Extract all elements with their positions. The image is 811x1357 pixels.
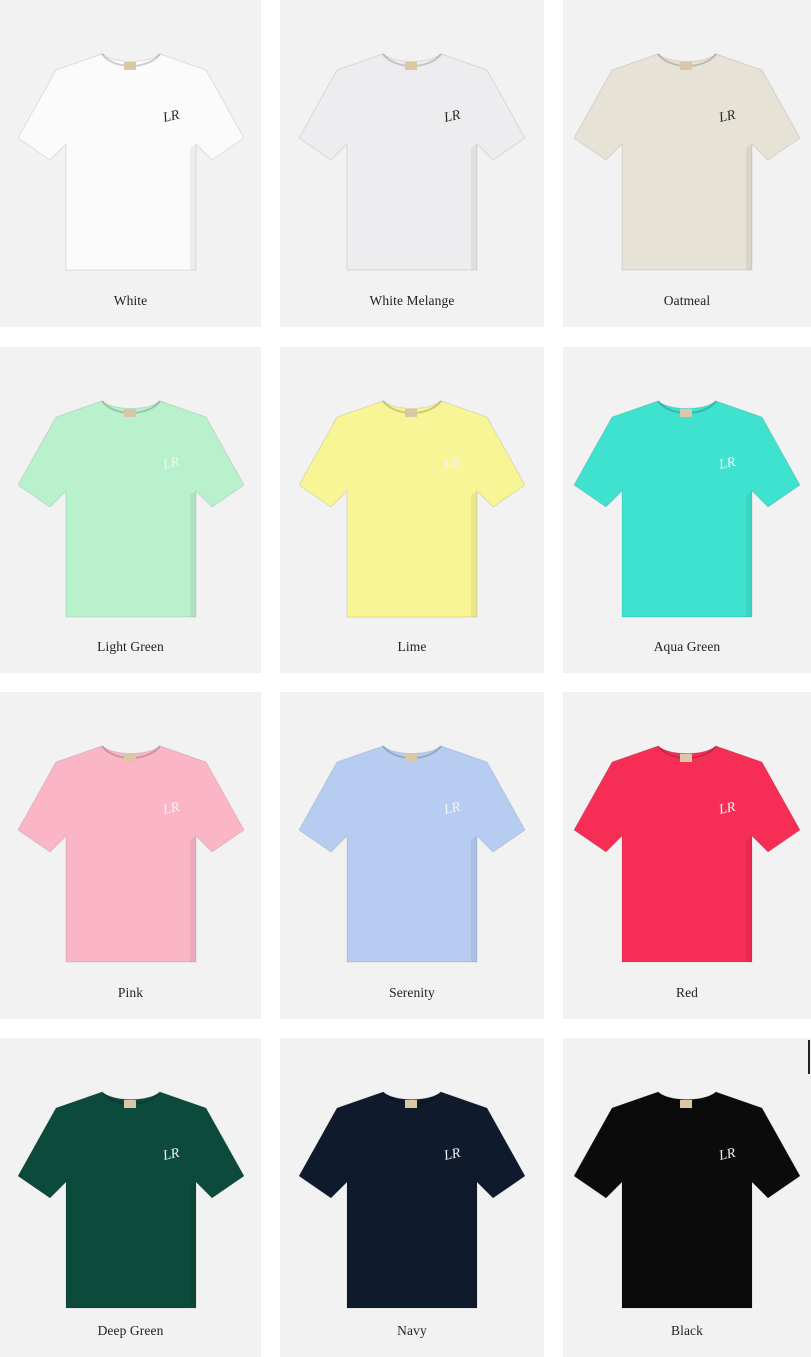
- label-tag: [123, 754, 136, 762]
- product-card[interactable]: LR Aqua Green: [563, 347, 811, 673]
- product-card[interactable]: LR Red: [563, 692, 811, 1019]
- tshirt-image: LR: [299, 745, 525, 963]
- tshirt-image: LR: [299, 400, 525, 618]
- color-name-label: White Melange: [369, 293, 455, 308]
- product-card[interactable]: LR White Melange: [280, 0, 544, 327]
- color-name-label: Black: [671, 1323, 703, 1338]
- product-card[interactable]: LR Navy: [280, 1038, 544, 1357]
- tshirt-image: LR: [574, 1091, 800, 1309]
- color-name-label: Deep Green: [97, 1323, 164, 1338]
- color-name-label: White: [113, 293, 148, 308]
- label-tag: [680, 1100, 692, 1108]
- product-card[interactable]: LR Serenity: [280, 692, 544, 1019]
- color-name-label: Aqua Green: [653, 639, 721, 654]
- label-tag: [405, 62, 417, 70]
- label-tag: [680, 62, 692, 70]
- label-tag: [680, 754, 692, 762]
- tshirt-image: LR: [17, 400, 244, 618]
- tshirt-image: LR: [574, 400, 800, 618]
- color-name-label: Light Green: [97, 639, 164, 654]
- label-tag: [405, 754, 417, 762]
- tshirt-image: LR: [17, 1091, 244, 1309]
- tshirt-image: LR: [17, 745, 244, 963]
- tshirt-image: LR: [299, 1091, 525, 1309]
- color-name-label: Lime: [397, 639, 427, 654]
- color-name-label: Serenity: [389, 985, 435, 1000]
- tshirt-image: LR: [574, 53, 800, 271]
- label-tag: [123, 1100, 136, 1108]
- label-tag: [123, 62, 136, 70]
- tshirt-image: LR: [299, 53, 525, 271]
- color-name-label: Navy: [397, 1323, 427, 1338]
- color-name-label: Oatmeal: [663, 293, 711, 308]
- tshirt-image: LR: [574, 745, 800, 963]
- tshirt-image: LR: [17, 53, 244, 271]
- product-card[interactable]: LR Oatmeal: [563, 0, 811, 327]
- product-card[interactable]: LR Light Green: [0, 347, 261, 673]
- label-tag: [405, 409, 417, 417]
- product-card[interactable]: LR Lime: [280, 347, 544, 673]
- color-name-label: Pink: [117, 985, 144, 1000]
- scrollbar-marker: [808, 1040, 810, 1074]
- label-tag: [680, 409, 692, 417]
- label-tag: [405, 1100, 417, 1108]
- label-tag: [123, 409, 136, 417]
- color-name-label: Red: [675, 985, 699, 1000]
- product-card[interactable]: LR Black: [563, 1038, 811, 1357]
- product-card[interactable]: LR Deep Green: [0, 1038, 261, 1357]
- product-card[interactable]: LR White: [0, 0, 261, 327]
- product-card[interactable]: LR Pink: [0, 692, 261, 1019]
